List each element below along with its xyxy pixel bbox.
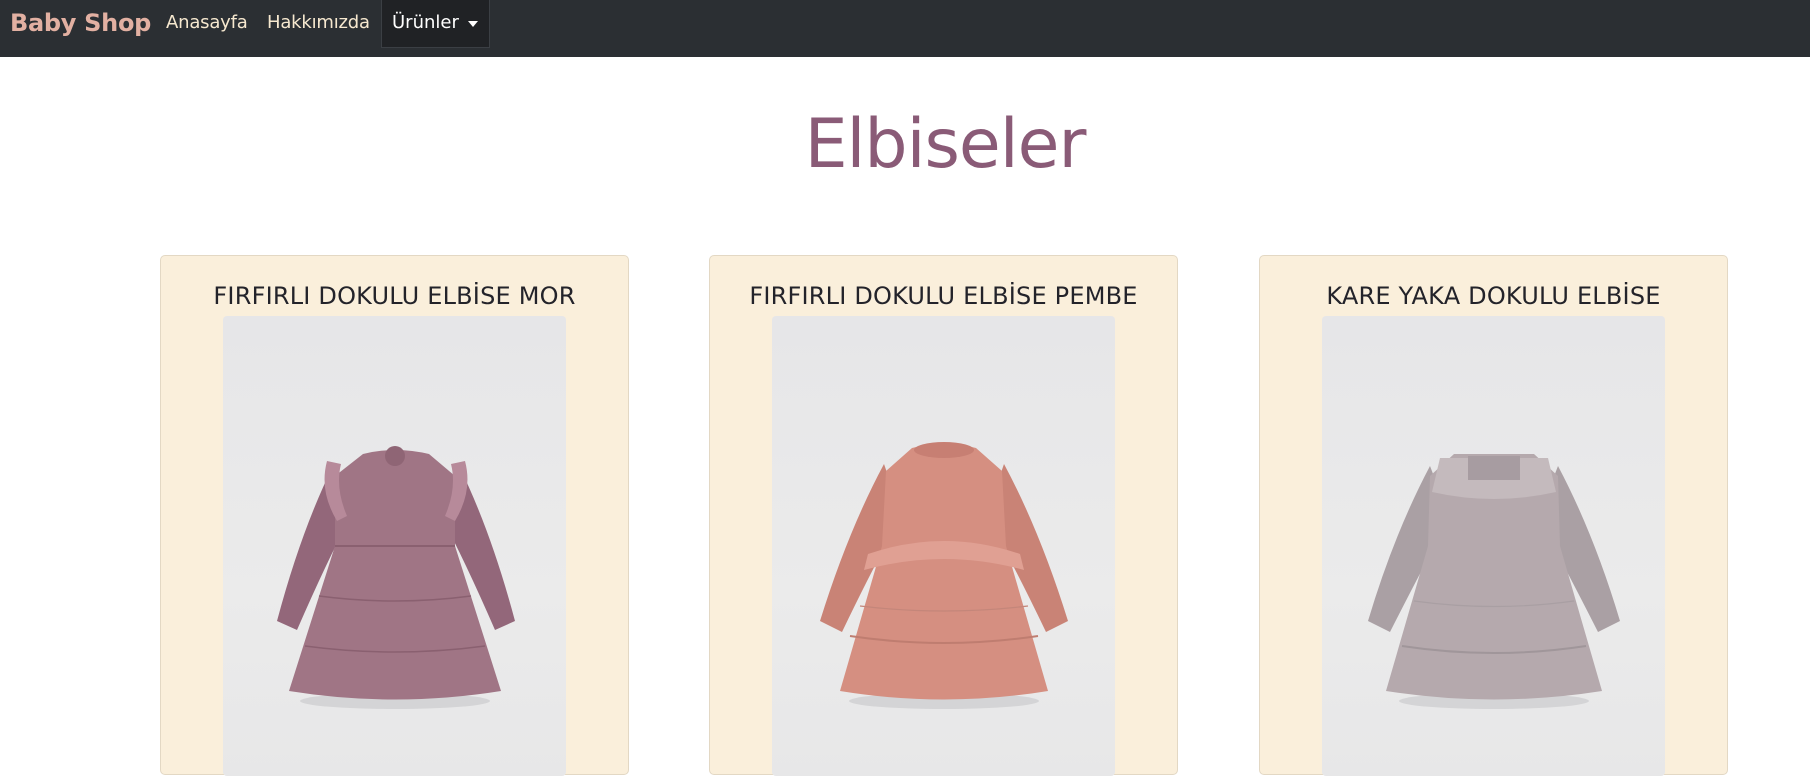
page-title: Elbiseler (804, 105, 1087, 184)
product-card[interactable]: KARE YAKA DOKULU ELBİSE (1259, 255, 1728, 776)
product-title: FIRFIRLI DOKULU ELBİSE MOR (213, 282, 576, 310)
nav-dropdown-label: Ürünler (392, 12, 459, 33)
dress-icon (1368, 454, 1620, 709)
product-image[interactable] (223, 316, 566, 776)
product-card[interactable]: FIRFIRLI DOKULU ELBİSE MOR (160, 255, 629, 776)
nav-link-about[interactable]: Hakkımızda (267, 0, 370, 46)
product-image[interactable] (1322, 316, 1665, 776)
nav-link-home[interactable]: Anasayfa (166, 0, 248, 46)
navbar: Baby Shop Anasayfa Hakkımızda Ürünler (0, 0, 1810, 57)
product-card[interactable]: FIRFIRLI DOKULU ELBİSE PEMBE (709, 255, 1178, 776)
nav-dropdown-products[interactable]: Ürünler (381, 0, 490, 48)
product-title: KARE YAKA DOKULU ELBİSE (1326, 282, 1661, 310)
dress-icon (820, 442, 1068, 709)
product-title: FIRFIRLI DOKULU ELBİSE PEMBE (749, 282, 1138, 310)
dress-icon (277, 446, 515, 709)
brand-logo[interactable]: Baby Shop (10, 0, 151, 46)
chevron-down-icon (468, 21, 478, 27)
product-image[interactable] (772, 316, 1115, 776)
